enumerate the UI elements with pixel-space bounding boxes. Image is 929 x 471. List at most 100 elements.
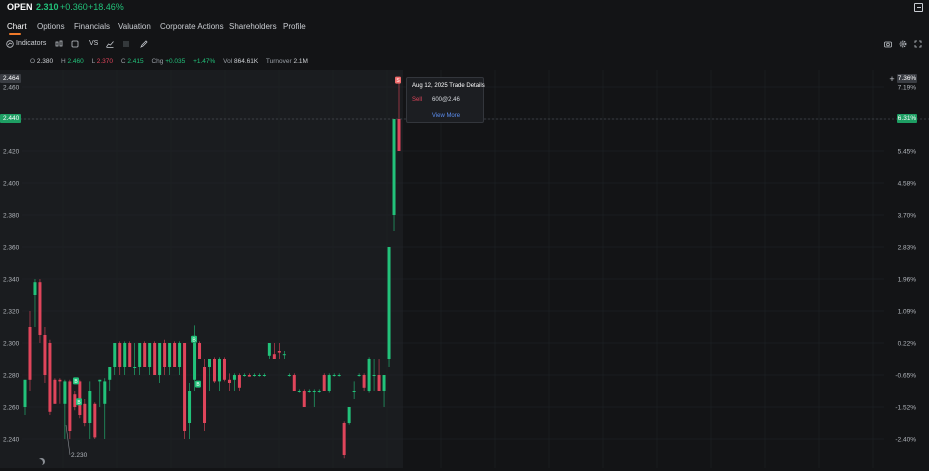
settings-icon[interactable] <box>899 40 907 48</box>
candle-type-icon[interactable] <box>55 40 63 48</box>
buy-marker[interactable]: B <box>195 380 201 389</box>
tab-profile[interactable]: Profile <box>283 22 306 31</box>
pct-tick-label: 1.96% <box>898 277 917 284</box>
y-tick-label: 2.360 <box>3 245 20 252</box>
draw-pen-icon[interactable] <box>140 40 148 48</box>
candle-body <box>312 391 316 392</box>
candle-body <box>292 375 296 391</box>
tab-valuation[interactable]: Valuation <box>118 22 151 31</box>
pct-tick-label: 5.45% <box>898 149 917 156</box>
indicators-icon[interactable] <box>6 40 14 48</box>
y-tick-label: 2.240 <box>3 437 20 444</box>
candle-body <box>118 343 122 367</box>
low-label: L <box>91 58 95 65</box>
pct-tick-label: 4.58% <box>898 181 917 188</box>
candle-body <box>43 335 47 375</box>
candle-body <box>133 367 137 368</box>
candle-body <box>372 375 376 376</box>
tab-options[interactable]: Options <box>37 22 65 31</box>
candle-body <box>272 354 276 359</box>
tab-corporate-actions[interactable]: Corporate Actions <box>160 22 224 31</box>
candle-body <box>342 423 346 455</box>
candle-body <box>198 343 202 359</box>
candle-body <box>103 381 107 404</box>
candle-body <box>247 375 251 377</box>
candle-body <box>327 375 331 391</box>
low-value: 2.370 <box>96 58 114 65</box>
price-change-pct: +18.46% <box>88 2 124 12</box>
plus-icon[interactable]: + <box>888 75 896 84</box>
exit-icon[interactable] <box>914 3 923 12</box>
tab-bar: Chart Options Financials Valuation Corpo… <box>0 19 929 37</box>
candle-body <box>178 343 182 367</box>
rect-icon[interactable] <box>71 40 79 48</box>
candle-body <box>237 375 241 388</box>
candle-body <box>267 343 271 356</box>
list-icon[interactable] <box>122 40 130 48</box>
tooltip-detail: 600@2.46 <box>432 97 460 103</box>
y-tick-label: 2.320 <box>3 309 20 316</box>
candle-body <box>138 343 142 367</box>
price-chart[interactable]: 2.460 2.440 2.420 2.400 2.380 2.360 2.340 2.320… <box>0 70 929 471</box>
last-price: 2.310 <box>36 2 59 12</box>
y-tick-label: 2.460 <box>3 85 20 92</box>
candle-body <box>332 375 336 376</box>
close-value: 2.415 <box>127 58 144 65</box>
view-more-link[interactable]: View More <box>407 113 485 119</box>
candle-body <box>128 343 132 367</box>
chg-pct-value: +1.47% <box>193 58 216 65</box>
turnover-value: 2.1M <box>293 58 308 65</box>
pct-tick-label: 3.70% <box>898 213 917 220</box>
high-label: H <box>60 58 66 65</box>
price-change: +0.360 <box>60 2 88 12</box>
candle-body <box>158 343 162 375</box>
pct-tick-label: -0.65% <box>895 373 916 380</box>
indicators-button[interactable]: Indicators <box>16 40 46 47</box>
candle-body <box>48 343 52 412</box>
candle-body <box>23 379 27 407</box>
candle-body <box>143 343 147 367</box>
high-value: 2.460 <box>67 58 84 65</box>
candle-body <box>33 282 37 295</box>
sell-marker[interactable]: S <box>395 76 401 85</box>
tooltip-side: Sell <box>412 97 423 103</box>
candle-body <box>397 119 401 151</box>
candle-body <box>377 375 381 391</box>
compare-button[interactable]: VS <box>89 40 98 47</box>
buy-marker[interactable]: B <box>191 335 197 344</box>
pct-tick-label: 2.83% <box>898 245 917 252</box>
y-tick-label: 2.340 <box>3 277 20 284</box>
candle-body <box>382 375 386 391</box>
candle-body <box>203 367 207 423</box>
candle-body <box>188 391 192 423</box>
selection-shade <box>0 70 403 468</box>
candle-body <box>153 343 157 375</box>
candle-body <box>347 407 351 423</box>
tab-financials[interactable]: Financials <box>74 22 110 31</box>
vol-label: Vol <box>223 58 233 65</box>
candle-body <box>217 359 221 382</box>
candle-body <box>28 327 32 380</box>
tab-chart[interactable]: Chart <box>7 22 27 31</box>
tab-shareholders[interactable]: Shareholders <box>229 22 277 31</box>
area-chart-icon[interactable] <box>106 40 114 48</box>
camera-icon[interactable] <box>884 40 892 48</box>
y-tick-label: 2.400 <box>3 181 20 188</box>
moon-icon[interactable] <box>36 459 43 466</box>
candle-body <box>53 379 57 404</box>
close-label: C <box>120 58 126 65</box>
candle-body <box>287 375 291 376</box>
chart-toolbar: Indicators VS <box>0 38 929 52</box>
candle-body <box>38 282 42 335</box>
candle-body <box>183 343 187 431</box>
candle-body <box>302 391 306 407</box>
fullscreen-icon[interactable] <box>914 40 922 48</box>
open-value: 2.380 <box>36 58 54 65</box>
buy-marker[interactable]: B <box>73 377 79 385</box>
current-pct-badge: 6.31% <box>897 114 917 123</box>
pct-tick-label: 1.09% <box>898 309 917 316</box>
candle-body <box>212 359 216 382</box>
chg-label: Chg <box>151 58 164 65</box>
candle-body <box>73 394 77 407</box>
buy-marker[interactable]: B <box>76 398 82 406</box>
